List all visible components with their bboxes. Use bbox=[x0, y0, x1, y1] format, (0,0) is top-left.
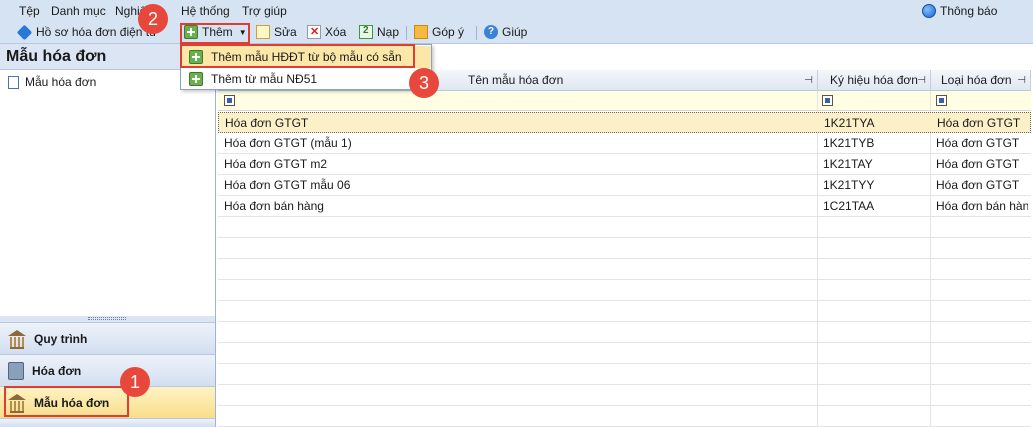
edit-label: Sửa bbox=[274, 25, 297, 39]
empty-row bbox=[218, 322, 1031, 343]
notification-button[interactable]: Thông báo bbox=[922, 4, 997, 18]
filter-icon[interactable] bbox=[936, 95, 947, 106]
load-button[interactable]: Nạp bbox=[359, 25, 399, 39]
empty-row bbox=[218, 280, 1031, 301]
delete-icon bbox=[307, 25, 321, 39]
grip-icon bbox=[88, 317, 126, 320]
table-row[interactable]: Hóa đơn GTGT (mẫu 1) 1K21TYB Hóa đơn GTG… bbox=[218, 133, 1031, 154]
column-header-label: Ký hiệu hóa đơn bbox=[830, 73, 918, 87]
cell-symbol: 1K21TYA bbox=[824, 116, 875, 130]
document-icon bbox=[8, 75, 19, 89]
empty-row bbox=[218, 259, 1031, 280]
cell-symbol: 1K21TYY bbox=[823, 178, 875, 192]
column-header-symbol[interactable]: Ký hiệu hóa đơn ⊣ bbox=[818, 70, 931, 91]
diamond-icon bbox=[16, 24, 33, 40]
tree-item-label: Mẫu hóa đơn bbox=[25, 75, 97, 89]
notification-label: Thông báo bbox=[940, 4, 998, 18]
menu-help[interactable]: Trợ giúp bbox=[242, 4, 287, 18]
calculator-icon bbox=[8, 361, 24, 380]
table-row[interactable]: Hóa đơn GTGT mẫu 06 1K21TYY Hóa đơn GTGT bbox=[218, 175, 1031, 196]
nav-process[interactable]: Quy trình bbox=[0, 322, 215, 354]
table-row[interactable]: Hóa đơn bán hàng 1C21TAA Hóa đơn bán hàn bbox=[218, 196, 1031, 217]
filter-icon[interactable] bbox=[822, 95, 833, 106]
step-badge-2: 2 bbox=[138, 4, 168, 34]
edit-button[interactable]: Sửa bbox=[256, 25, 297, 39]
column-header-label: Loại hóa đơn bbox=[941, 73, 1012, 87]
filter-row bbox=[218, 91, 1031, 111]
delete-label: Xóa bbox=[325, 25, 347, 39]
cell-name: Hóa đơn bán hàng bbox=[224, 199, 324, 213]
empty-row bbox=[218, 217, 1031, 238]
invoice-template-grid: Tên mẫu hóa đơn ⊣ Ký hiệu hóa đơn ⊣ Loại… bbox=[218, 70, 1031, 427]
menu-catalog[interactable]: Danh mục bbox=[51, 4, 106, 18]
cell-type: Hóa đơn GTGT bbox=[936, 178, 1020, 192]
table-row[interactable]: Hóa đơn GTGT 1K21TYA Hóa đơn GTGT bbox=[218, 112, 1031, 133]
add-icon bbox=[189, 72, 203, 86]
cell-symbol: 1K21TAY bbox=[823, 157, 873, 171]
column-header-label: Tên mẫu hóa đơn bbox=[468, 73, 564, 87]
empty-row bbox=[218, 343, 1031, 364]
cell-name: Hóa đơn GTGT (mẫu 1) bbox=[224, 136, 352, 150]
nav-label: Quy trình bbox=[34, 331, 88, 346]
menu-item-label: Thêm từ mẫu NĐ51 bbox=[211, 72, 318, 86]
toolbar-divider bbox=[406, 26, 407, 40]
cell-symbol: 1K21TYB bbox=[823, 136, 875, 150]
highlight-add-button bbox=[180, 23, 250, 44]
empty-row bbox=[218, 385, 1031, 406]
cell-symbol: 1C21TAA bbox=[823, 199, 875, 213]
nav-invoice[interactable]: Hóa đơn bbox=[0, 354, 215, 386]
empty-row bbox=[218, 406, 1031, 427]
cell-name: Hóa đơn GTGT bbox=[225, 116, 309, 130]
step-badge-3: 3 bbox=[409, 68, 439, 98]
mail-icon bbox=[414, 25, 428, 39]
globe-icon bbox=[922, 4, 936, 18]
feedback-label: Góp ý bbox=[432, 25, 465, 39]
help-icon: ? bbox=[484, 25, 498, 39]
edit-icon bbox=[256, 25, 270, 39]
table-row[interactable]: Hóa đơn GTGT m2 1K21TAY Hóa đơn GTGT bbox=[218, 154, 1031, 175]
nav-label: Hóa đơn bbox=[32, 363, 82, 378]
cell-type: Hóa đơn GTGT bbox=[936, 157, 1020, 171]
menu-file[interactable]: Tệp bbox=[19, 4, 40, 18]
menu-item-add-from-nd51[interactable]: Thêm từ mẫu NĐ51 bbox=[181, 68, 431, 90]
filter-icon[interactable] bbox=[224, 95, 235, 106]
pin-icon[interactable]: ⊣ bbox=[917, 70, 926, 91]
feedback-button[interactable]: Góp ý bbox=[414, 25, 464, 39]
cell-type: Hóa đơn GTGT bbox=[936, 136, 1020, 150]
left-panel: Mẫu hóa đơn Mẫu hóa đơn Quy trình Hóa đơ… bbox=[0, 44, 216, 427]
pin-icon[interactable]: ⊣ bbox=[1017, 70, 1026, 91]
menu-system[interactable]: Hệ thống bbox=[181, 4, 230, 18]
empty-row bbox=[218, 301, 1031, 322]
cell-name: Hóa đơn GTGT m2 bbox=[224, 157, 328, 171]
delete-button[interactable]: Xóa bbox=[307, 25, 346, 39]
highlight-menu-item bbox=[180, 44, 415, 68]
help-label: Giúp bbox=[502, 25, 528, 39]
profile-label: Hồ sơ hóa đơn điện tử bbox=[36, 25, 158, 39]
highlight-nav-item bbox=[4, 386, 129, 417]
toolbar-divider bbox=[476, 26, 477, 40]
cell-type: Hóa đơn GTGT bbox=[937, 116, 1021, 130]
load-label: Nạp bbox=[377, 25, 400, 39]
pin-icon[interactable]: ⊣ bbox=[804, 70, 813, 91]
help-button[interactable]: ? Giúp bbox=[484, 25, 527, 39]
bank-icon bbox=[8, 329, 26, 349]
empty-row bbox=[218, 238, 1031, 259]
cell-type: Hóa đơn bán hàn bbox=[936, 199, 1028, 213]
empty-row bbox=[218, 364, 1031, 385]
load-icon bbox=[359, 25, 373, 39]
step-badge-1: 1 bbox=[120, 367, 150, 397]
column-header-type[interactable]: Loại hóa đơn ⊣ bbox=[931, 70, 1031, 91]
nav-more[interactable] bbox=[0, 418, 215, 427]
profile-button[interactable]: Hồ sơ hóa đơn điện tử bbox=[16, 24, 158, 40]
tree-item-invoice-template[interactable]: Mẫu hóa đơn bbox=[8, 75, 96, 89]
cell-name: Hóa đơn GTGT mẫu 06 bbox=[224, 178, 351, 192]
